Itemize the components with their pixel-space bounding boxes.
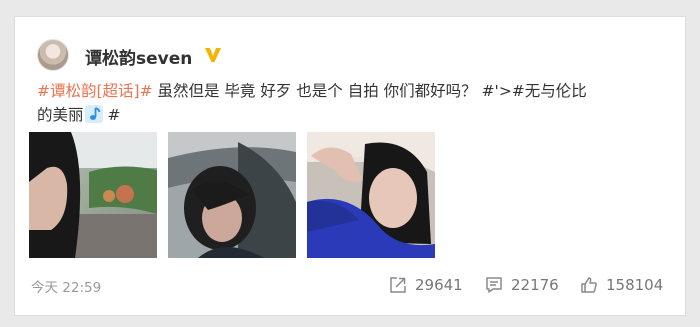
- repost-count: 29641: [415, 276, 463, 294]
- repost-icon: [390, 277, 406, 293]
- post-body-text: 虽然但是 毕竟 好歹 也是个 自拍 你们都好吗？ #'>#无与伦比: [152, 82, 587, 100]
- username[interactable]: 谭松韵seven: [85, 44, 192, 69]
- comment-count: 22176: [511, 276, 559, 294]
- like-button[interactable]: 158104: [580, 275, 663, 295]
- like-count: 158104: [606, 276, 664, 294]
- photo-thumbnail-3[interactable]: [307, 132, 435, 258]
- music-note-icon: [84, 105, 103, 123]
- repost-button[interactable]: 29641: [389, 275, 463, 295]
- photo-thumbnail-2[interactable]: [168, 132, 296, 258]
- topic-end: #: [107, 106, 121, 124]
- post-text: #谭松韵[超话]# 虽然但是 毕竟 好歹 也是个 自拍 你们都好吗？ #'>#无…: [37, 79, 672, 127]
- comment-icon: [486, 277, 502, 293]
- avatar[interactable]: [37, 39, 69, 71]
- topic-link[interactable]: #谭松韵[超话]#: [37, 82, 153, 100]
- thumbs-up-icon: [581, 277, 597, 293]
- verified-badge-icon: [205, 48, 221, 62]
- photo-thumbnail-1[interactable]: [29, 132, 157, 258]
- post-footer: 今天 22:59 29641 22176 158104: [15, 272, 687, 312]
- post-body-text-line2: 的美丽: [37, 106, 84, 124]
- post-timestamp[interactable]: 今天 22:59: [31, 276, 101, 296]
- weibo-post-card: 谭松韵seven #谭松韵[超话]# 虽然但是 毕竟 好歹 也是个 自拍 你们都…: [14, 16, 686, 316]
- comment-button[interactable]: 22176: [485, 275, 559, 295]
